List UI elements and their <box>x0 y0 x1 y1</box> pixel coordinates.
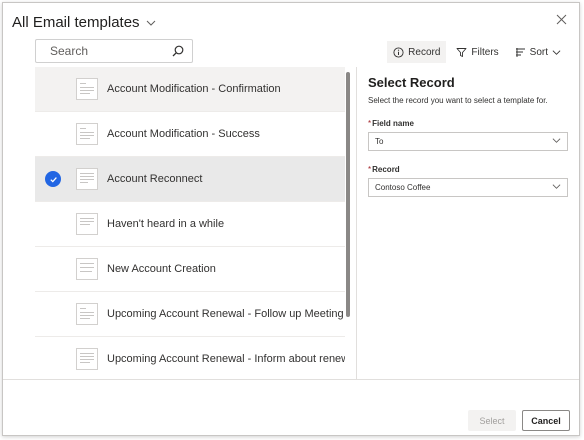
toolbar: Record Filters Sort <box>387 41 567 63</box>
template-thumbnail <box>76 123 98 145</box>
sort-icon <box>515 47 526 58</box>
chevron-down-icon <box>552 48 561 57</box>
required-marker: * <box>368 165 372 174</box>
record-button-label: Record <box>408 46 441 58</box>
template-item[interactable]: New Account Creation <box>35 247 345 292</box>
chevron-down-icon <box>552 136 561 147</box>
sort-button[interactable]: Sort <box>509 41 567 63</box>
dialog-title[interactable]: All Email templates <box>12 14 156 31</box>
template-item-label: Upcoming Account Renewal - Inform about … <box>107 353 345 365</box>
template-thumbnail <box>76 78 98 100</box>
panel-description: Select the record you want to select a t… <box>368 96 548 105</box>
template-item-label: Account Reconnect <box>107 173 203 185</box>
record-value: Contoso Coffee <box>375 183 431 192</box>
template-item[interactable]: Upcoming Account Renewal - Inform about … <box>35 337 345 379</box>
select-record-panel: Select Record Select the record you want… <box>368 75 568 197</box>
chevron-down-icon <box>552 182 561 193</box>
footer-divider <box>3 379 579 380</box>
sort-button-label: Sort <box>529 46 548 58</box>
record-label: *Record <box>368 165 568 174</box>
panel-divider <box>356 67 357 379</box>
template-item[interactable]: Account Modification - Success <box>35 112 345 157</box>
field-name-label: *Field name <box>368 119 568 128</box>
search-input[interactable]: Search <box>35 39 193 63</box>
search-placeholder: Search <box>50 44 89 58</box>
record-select[interactable]: Contoso Coffee <box>368 178 568 197</box>
template-thumbnail <box>76 303 98 325</box>
template-thumbnail <box>76 348 98 370</box>
cancel-button[interactable]: Cancel <box>522 410 570 431</box>
template-thumbnail <box>76 168 98 190</box>
email-templates-dialog: All Email templates Search Record Filter… <box>2 2 580 436</box>
panel-title: Select Record <box>368 75 455 90</box>
field-name-select[interactable]: To <box>368 132 568 151</box>
list-scrollbar[interactable] <box>346 72 350 317</box>
record-button[interactable]: Record <box>387 41 447 63</box>
search-icon[interactable] <box>172 45 184 57</box>
field-name-value: To <box>375 137 384 146</box>
template-item-label: New Account Creation <box>107 263 216 275</box>
template-item[interactable]: Account Reconnect <box>35 157 345 202</box>
template-thumbnail <box>76 258 98 280</box>
required-marker: * <box>368 119 372 128</box>
template-item-label: Account Modification - Success <box>107 128 260 140</box>
checkmark-icon[interactable] <box>45 171 61 187</box>
field-name-label-text: Field name <box>372 119 414 128</box>
template-item[interactable]: Account Modification - Confirmation <box>35 67 345 112</box>
record-label-text: Record <box>372 165 400 174</box>
template-item[interactable]: Upcoming Account Renewal - Follow up Mee… <box>35 292 345 337</box>
template-item[interactable]: Haven't heard in a while <box>35 202 345 247</box>
filter-icon <box>456 47 467 58</box>
template-item-label: Haven't heard in a while <box>107 218 225 230</box>
chevron-down-icon[interactable] <box>146 17 156 31</box>
template-item-label: Upcoming Account Renewal - Follow up Mee… <box>107 308 344 320</box>
template-list: Account Modification - Confirmation Acco… <box>35 67 345 379</box>
close-icon[interactable] <box>556 12 567 29</box>
select-button[interactable]: Select <box>468 410 516 431</box>
dialog-title-text: All Email templates <box>12 14 140 31</box>
info-icon <box>393 46 404 58</box>
template-thumbnail <box>76 213 98 235</box>
filters-button-label: Filters <box>471 46 499 58</box>
filters-button[interactable]: Filters <box>450 41 504 63</box>
template-item-label: Account Modification - Confirmation <box>107 83 281 95</box>
